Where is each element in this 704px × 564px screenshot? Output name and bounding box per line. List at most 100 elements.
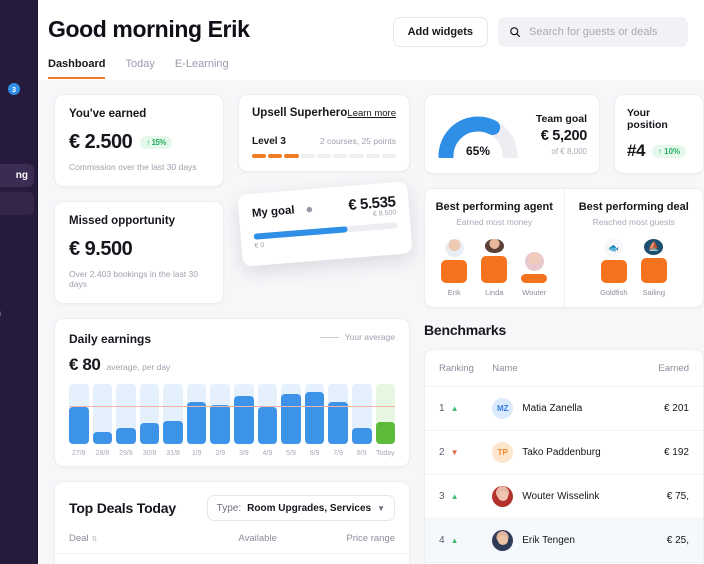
podium-name: Goldfish [600,288,628,297]
arrow-up-icon: ▲ [451,492,459,501]
col-deal[interactable]: Deal⇅ [55,533,238,554]
sidebar-item-label: ng [16,170,28,181]
chart-bar [116,428,136,444]
sidebar-item-active[interactable]: ng [0,164,34,187]
add-widgets-button[interactable]: Add widgets [393,17,488,47]
sidebar-notification-badge[interactable]: 3 [8,83,20,95]
rank-cell: 1▲ [425,387,492,431]
stat-stack: You've earned € 2.500 ↑ 15% Commission o… [54,94,224,304]
deal-available: 3 [238,554,303,564]
search-input[interactable] [529,26,677,38]
tab-today[interactable]: Today [125,58,154,79]
chart-bar-column[interactable] [234,384,254,444]
best-agent-subtitle: Earned most money [431,217,558,227]
header-right: Add widgets [393,0,688,47]
upsell-segment [349,154,363,158]
podium-item[interactable]: Erik [439,239,469,297]
goal-label: My goal [251,204,295,219]
search-box[interactable] [498,17,688,47]
table-row[interactable]: 2▼TPTako Paddenburg€ 192 [425,431,703,475]
benchmarks-header-row: Ranking Name Earned [425,350,703,387]
podium-bar [441,260,467,283]
chart-x-axis: 27/828/829/830/831/81/92/93/94/95/96/97/… [69,450,395,457]
chart-bar [234,396,254,444]
goal-progress-fill [254,226,348,239]
deals-table: Deal⇅ Available Price range Deluxe Room3… [55,533,409,564]
col-earned[interactable]: Earned [642,350,703,387]
chart-bar-column[interactable] [140,384,160,444]
rank-cell: 3▲ [425,475,492,519]
rank-value: 3 [439,491,445,502]
team-goal-gauge: 65% [437,110,519,158]
chart-title: Daily earnings [69,332,151,346]
chart-x-label: 31/8 [163,450,183,457]
chart-bar [163,421,183,444]
missed-subtitle: Over 2.403 bookings in the last 30 days [69,269,209,289]
sidebar: al ▾ 3 ng n [0,0,38,564]
chart-x-label: 29/8 [116,450,136,457]
podium-item[interactable]: 🐟Goldfish [599,239,629,297]
podium-item[interactable]: ⛵Sailing [639,239,669,297]
benchmarks-title: Benchmarks [424,322,704,338]
rank-value: 2 [439,447,445,458]
name-cell: MZMatia Zanella [492,387,641,431]
tab-elearning[interactable]: E-Learning [175,58,229,79]
gauge-percent-label: 65% [437,144,519,158]
earned-value: € 75, [642,475,703,519]
chart-bar-column[interactable] [187,384,207,444]
table-row[interactable]: 1▲MZMatia Zanella€ 201 [425,387,703,431]
chart-bar-column[interactable] [352,384,372,444]
chart-bar-column[interactable] [281,384,301,444]
team-goal-title: Team goal [527,113,587,125]
sidebar-item-secondary[interactable] [0,192,34,215]
chart-legend: Your average [320,332,395,342]
avatar [445,239,464,257]
best-performing-agent: Best performing agent Earned most money … [425,189,564,307]
podium-name: Sailing [642,288,665,297]
chart-bar-column[interactable] [305,384,325,444]
table-row[interactable]: Deluxe Room3€ 30 – €50per room [55,554,409,564]
chart-bar-column[interactable] [93,384,113,444]
chart-bar-column[interactable] [116,384,136,444]
col-price-range: Price range [303,533,409,554]
best-deal-title: Best performing deal [571,201,698,213]
goal-max-label: € 8.500 [373,209,397,218]
right-column: 65% Team goal € 5,200 of € 8,000 Your po… [424,94,704,564]
tabs: Dashboard Today E-Learning [48,58,249,79]
upsell-title: Upsell Superhero [252,107,347,119]
benchmarks-section: Benchmarks Ranking Name Earned 1▲MZMatia… [424,322,704,564]
daily-earnings-card: Daily earnings Your average € 80 average… [54,318,410,467]
podium-item[interactable]: Wouter [519,239,549,297]
upsell-segment [284,154,298,158]
search-icon [509,26,521,38]
position-row: #4 ↑ 10% [627,141,691,161]
goal-position-row: 65% Team goal € 5,200 of € 8,000 Your po… [424,94,704,174]
tab-dashboard[interactable]: Dashboard [48,58,105,79]
chart-bar-column[interactable] [210,384,230,444]
chart-bar-column[interactable] [69,384,89,444]
sidebar-brand[interactable]: al ▾ [0,14,38,26]
chart-bar [305,392,325,444]
table-row[interactable]: 3▲Wouter Wisselink€ 75, [425,475,703,519]
chart-x-label: 3/9 [234,450,254,457]
upsell-segment [366,154,380,158]
team-goal-target: of € 8,000 [527,147,587,156]
chart-bar [69,407,89,444]
col-name[interactable]: Name [492,350,641,387]
top-deals-card: Top Deals Today Type: Room Upgrades, Ser… [54,481,410,564]
upsell-segment [268,154,282,158]
chart-bar-column[interactable] [328,384,348,444]
chart-x-label: 8/9 [352,450,372,457]
upsell-segment [252,154,266,158]
podium-item[interactable]: Linda [479,239,509,297]
chart-bar [210,405,230,444]
chart-bar-column[interactable] [163,384,183,444]
deal-type-filter[interactable]: Type: Room Upgrades, Services ▼ [207,495,395,521]
table-row[interactable]: 4▲Erik Tengen€ 25, [425,519,703,563]
chart-average-line [69,406,395,407]
filter-key: Type: [217,503,241,514]
chart-bar-column[interactable] [376,384,396,444]
learn-more-link[interactable]: Learn more [347,108,396,119]
col-ranking[interactable]: Ranking [425,350,492,387]
chart-bar-column[interactable] [258,384,278,444]
